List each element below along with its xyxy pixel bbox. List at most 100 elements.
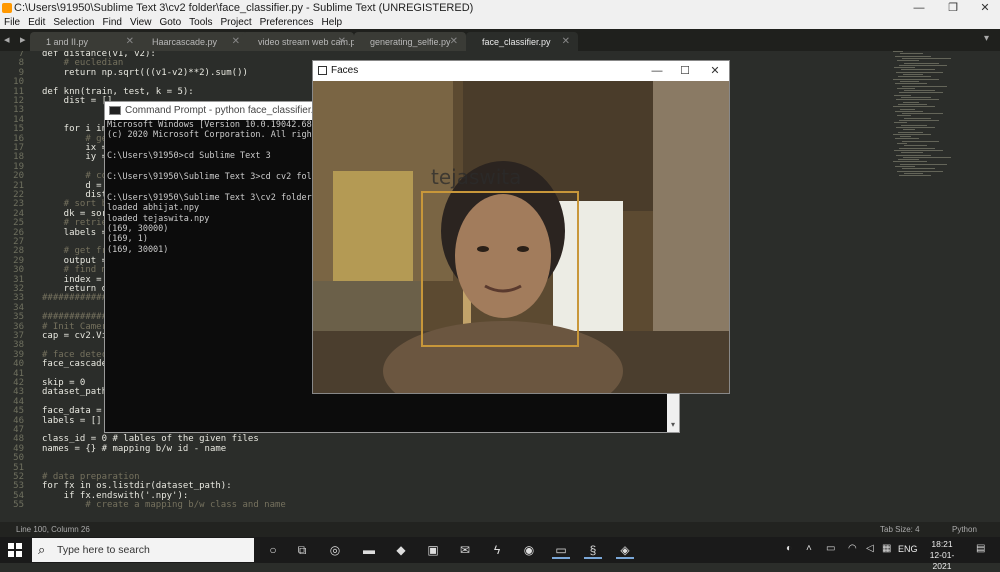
notifications-icon[interactable]: ▤ — [976, 543, 985, 554]
language-indicator[interactable]: ENG — [898, 544, 918, 554]
cmd-title: Command Prompt - python face_classifier.… — [125, 105, 324, 116]
tab-1-and-ii[interactable]: 1 and II.py ✕ — [30, 32, 142, 51]
minimap-line — [898, 159, 919, 161]
minimap-line — [902, 140, 939, 142]
tab-scroll-right-icon[interactable]: ▸ — [20, 33, 26, 46]
menu-find[interactable]: Find — [99, 16, 126, 29]
menu-help[interactable]: Help — [318, 16, 347, 29]
menu-preferences[interactable]: Preferences — [256, 16, 318, 29]
face-label: tejaswita — [431, 165, 522, 189]
minimap-line — [903, 129, 915, 131]
code-line[interactable]: return np.sqrt(((v1-v2)**2).sum()) — [42, 68, 248, 78]
tab-generating-selfie[interactable]: generating_selfie.py ✕ — [354, 32, 466, 51]
close-icon[interactable]: ✕ — [338, 36, 346, 47]
minimap-line — [894, 122, 907, 124]
minimap-line — [900, 80, 919, 82]
network-icon[interactable]: ◠ — [848, 543, 857, 554]
calendar-icon[interactable]: ▦ — [882, 543, 891, 554]
task-view-icon[interactable]: ⧉ — [293, 541, 311, 559]
taskbar: ⌕ Type here to search ○ ⧉ ◎ ▬ ◆ ▣ ✉ ϟ ◉ … — [0, 537, 1000, 571]
scroll-down-icon[interactable]: ▾ — [667, 420, 679, 432]
code-line[interactable]: dataset_path — [42, 387, 107, 397]
close-button[interactable]: ✕ — [970, 0, 1000, 16]
cortana-icon[interactable]: ○ — [264, 541, 282, 559]
code-line[interactable]: # create a mapping b/w class and name — [42, 500, 286, 510]
faces-window[interactable]: Faces — ☐ ✕ tejaswita — [312, 60, 730, 394]
minimap[interactable] — [893, 51, 985, 181]
syntax-language[interactable]: Python — [952, 525, 977, 534]
tab-label: face_classifier.py — [482, 37, 551, 47]
close-icon[interactable]: ✕ — [562, 36, 570, 47]
minimap-line — [899, 147, 935, 149]
minimap-line — [900, 136, 911, 138]
menu-selection[interactable]: Selection — [49, 16, 98, 29]
minimap-line — [899, 92, 943, 94]
menu-goto[interactable]: Goto — [155, 16, 185, 29]
close-icon[interactable]: ✕ — [450, 36, 458, 47]
code-line[interactable]: dist = [] — [42, 96, 113, 106]
tab-size[interactable]: Tab Size: 4 — [880, 525, 920, 534]
code-line[interactable]: labels = — [42, 228, 107, 238]
close-button[interactable]: ✕ — [701, 61, 729, 81]
minimap-line — [897, 115, 911, 117]
minimap-line — [904, 172, 923, 174]
clock-date: 12-01-2021 — [929, 550, 955, 571]
minimap-line — [900, 53, 923, 55]
faces-title-bar[interactable]: Faces — ☐ ✕ — [313, 61, 729, 81]
minimap-line — [895, 138, 919, 140]
mail-icon[interactable]: ✉ — [456, 541, 474, 559]
maximize-button[interactable]: ❐ — [938, 0, 968, 16]
show-hidden-icons-icon[interactable]: ˄ — [806, 543, 812, 554]
minimap-line — [897, 60, 919, 62]
clock[interactable]: 18:21 12-01-2021 — [922, 539, 962, 572]
status-bar: Line 100, Column 26 Tab Size: 4 Python — [0, 522, 1000, 537]
minimap-line — [903, 74, 923, 75]
minimap-line — [900, 163, 947, 165]
tab-haarcascade[interactable]: Haarcascade.py ✕ — [136, 32, 248, 51]
minimap-line — [895, 110, 923, 112]
minimap-line — [899, 175, 931, 177]
maximize-button[interactable]: ☐ — [671, 61, 699, 81]
minimap-line — [895, 55, 931, 57]
close-icon[interactable]: ✕ — [232, 36, 240, 47]
taskbar-search-box[interactable]: ⌕ Type here to search — [32, 538, 254, 562]
minimap-line — [895, 166, 915, 167]
windows-start-icon[interactable] — [8, 543, 22, 557]
volume-icon[interactable]: ◁ — [866, 543, 874, 554]
tab-scroll-left-icon[interactable]: ◂ — [4, 33, 10, 46]
tab-face-classifier[interactable]: face_classifier.py ✕ — [466, 32, 578, 51]
file-explorer-icon[interactable]: ▬ — [360, 541, 378, 559]
python-taskbar-icon[interactable]: ◈ — [616, 541, 634, 559]
code-line[interactable]: iy = — [42, 152, 107, 162]
code-line[interactable]: names = {} # mapping b/w id - name — [42, 444, 226, 454]
tab-list-dropdown-icon[interactable]: ▾ — [984, 33, 989, 44]
minimap-line — [904, 90, 935, 92]
tab-video-stream[interactable]: video stream web cam.py ✕ — [242, 32, 360, 51]
minimap-line — [894, 94, 911, 96]
minimap-line — [899, 120, 939, 121]
edge-icon[interactable]: ◎ — [326, 541, 344, 559]
menu-file[interactable]: File — [0, 16, 24, 29]
close-icon[interactable]: ✕ — [126, 36, 134, 47]
menu-project[interactable]: Project — [217, 16, 256, 29]
minimize-button[interactable]: — — [643, 61, 671, 81]
chrome-icon[interactable]: ◉ — [520, 541, 538, 559]
minimap-line — [904, 145, 927, 147]
minimap-line — [893, 133, 931, 135]
code-line[interactable]: labels = [] — [42, 416, 102, 426]
store-icon[interactable]: ▣ — [424, 541, 442, 559]
app-icon[interactable]: ϟ — [488, 541, 506, 559]
menu-tools[interactable]: Tools — [185, 16, 216, 29]
sublime-window-title: C:\Users\91950\Sublime Text 3\cv2 folder… — [14, 2, 474, 14]
code-line[interactable]: face_cascade — [42, 359, 107, 369]
minimize-button[interactable]: — — [904, 0, 934, 16]
tray-icon[interactable]: ◐ — [786, 543, 792, 554]
code-line[interactable]: cap = cv2.Vid — [42, 331, 112, 341]
dropbox-icon[interactable]: ◆ — [392, 541, 410, 559]
minimap-line — [898, 103, 927, 105]
menu-view[interactable]: View — [126, 16, 156, 29]
menu-edit[interactable]: Edit — [24, 16, 49, 29]
sublime-taskbar-icon[interactable]: § — [584, 541, 602, 559]
battery-icon[interactable]: ▭ — [826, 543, 835, 554]
cmd-taskbar-icon[interactable]: ▭ — [552, 541, 570, 559]
